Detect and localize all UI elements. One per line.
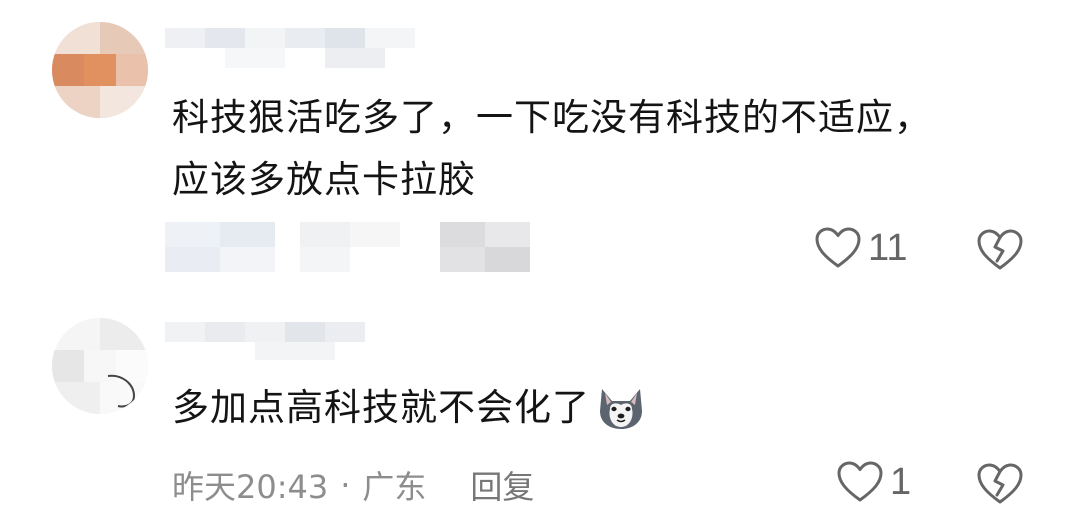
reply-button[interactable]: 回复 — [470, 462, 534, 508]
husky-dog-emoji — [596, 385, 646, 431]
avatar[interactable] — [52, 318, 148, 414]
separator: · — [340, 466, 351, 504]
meta-redacted — [165, 222, 530, 272]
like-count: 11 — [868, 226, 908, 269]
comment-text: 多加点高科技就不会化了 — [172, 378, 646, 438]
broken-heart-icon — [976, 463, 1024, 510]
username-redacted — [165, 322, 365, 362]
broken-heart-icon — [976, 229, 1024, 276]
comment-text-line: 科技狠活吃多了，一下吃没有科技的不适应， — [172, 96, 932, 139]
comment-text-line: 应该多放点卡拉胶 — [172, 158, 476, 201]
like-button[interactable]: 11 — [814, 226, 907, 270]
heart-outline-icon — [814, 226, 862, 270]
heart-outline-icon — [836, 460, 884, 504]
comment-text-content: 多加点高科技就不会化了 — [172, 386, 590, 429]
comment-meta: 昨天20:43 · 广东 回复 — [172, 462, 534, 508]
like-button[interactable]: 1 — [836, 460, 911, 504]
location: 广东 — [362, 468, 427, 506]
like-count: 1 — [890, 460, 912, 503]
username-redacted — [165, 28, 415, 68]
comment-item: 科技狠活吃多了，一下吃没有科技的不适应， 应该多放点卡拉胶 11 — [0, 0, 1080, 300]
timestamp: 昨天20:43 — [172, 468, 329, 506]
avatar[interactable] — [52, 22, 148, 118]
dislike-button[interactable] — [976, 462, 1024, 506]
dislike-button[interactable] — [976, 228, 1024, 272]
